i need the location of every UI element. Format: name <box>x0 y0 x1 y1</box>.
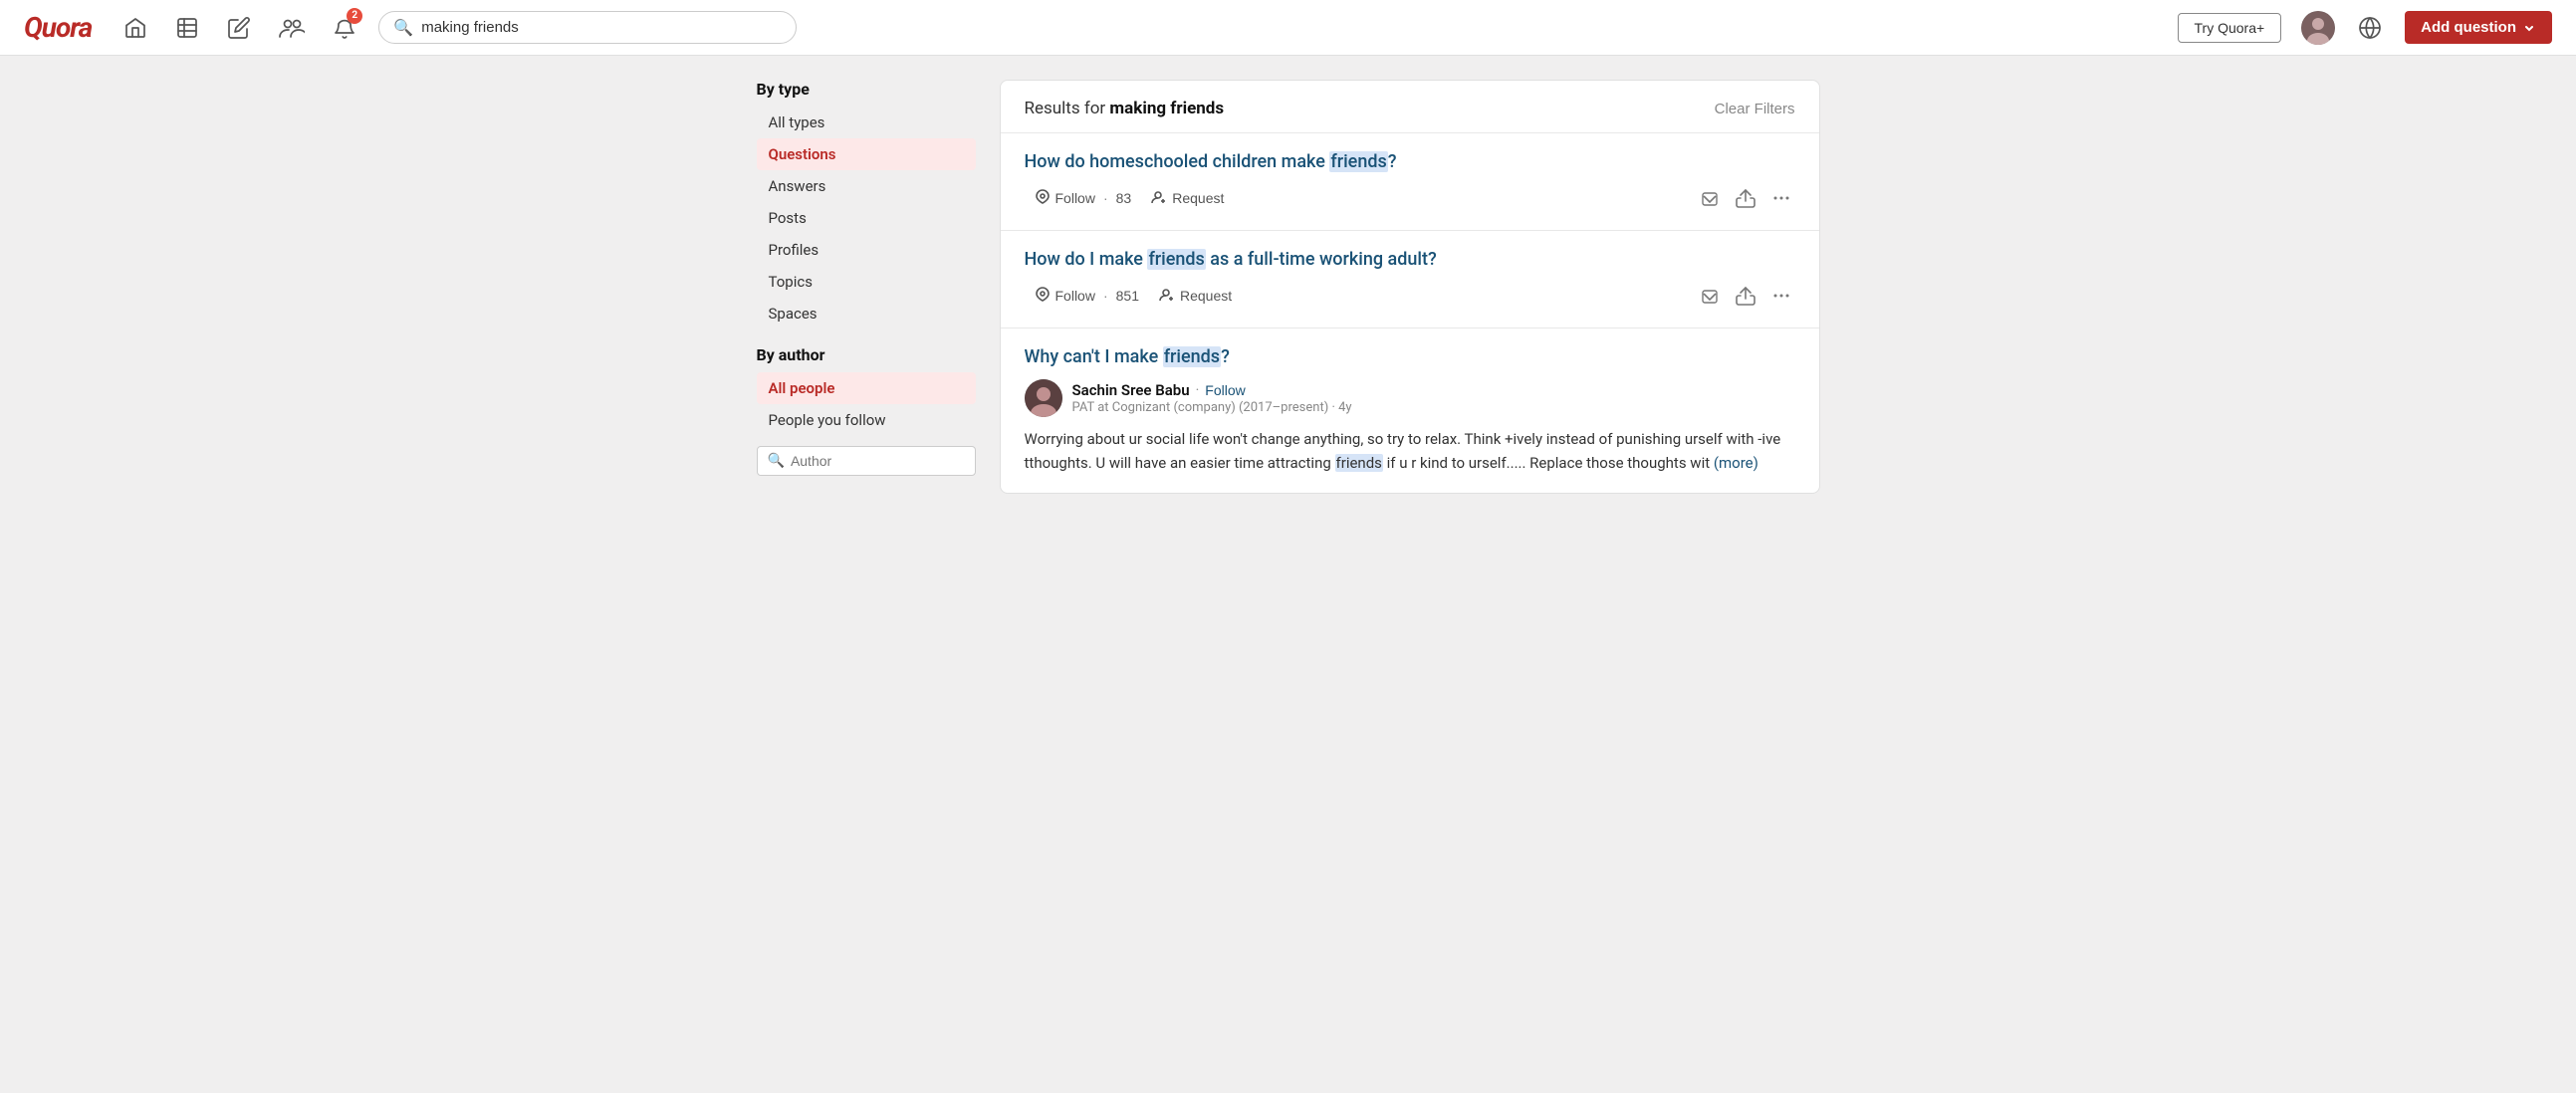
share-button-q2[interactable] <box>1732 282 1759 310</box>
search-input[interactable] <box>421 19 782 36</box>
sidebar-item-spaces[interactable]: Spaces <box>757 298 976 329</box>
author-name: Sachin Sree Babu <box>1072 381 1190 399</box>
sidebar-item-profiles[interactable]: Profiles <box>757 234 976 266</box>
navbar: Quora 2 <box>0 0 2576 56</box>
clear-filters-button[interactable]: Clear Filters <box>1715 101 1795 117</box>
more-link[interactable]: (more) <box>1714 454 1758 472</box>
results-title: Results for making friends <box>1025 99 1225 118</box>
results-panel: Results for making friends Clear Filters… <box>1000 80 1820 494</box>
result-actions-q2: Follow · 851 Request <box>1025 282 1795 310</box>
request-icon-q1 <box>1151 189 1167 208</box>
results-query: making friends <box>1109 99 1224 118</box>
author-input[interactable] <box>791 453 965 469</box>
result-item-q3: Why can't I make friends? Sachin Sree Ba… <box>1001 328 1819 493</box>
author-name-row: Sachin Sree Babu · Follow <box>1072 381 1352 399</box>
question-link-q2[interactable]: How do I make friends as a full-time wor… <box>1025 249 1795 270</box>
downvote-button-q2[interactable] <box>1696 282 1724 310</box>
author-search[interactable]: 🔍 <box>757 446 976 476</box>
author-search-icon: 🔍 <box>768 453 785 469</box>
sidebar-item-all-people[interactable]: All people <box>757 372 976 404</box>
add-question-button[interactable]: Add question <box>2405 11 2552 44</box>
by-author-label: By author <box>757 345 976 364</box>
follow-button-q2[interactable]: Follow · 851 <box>1025 283 1150 310</box>
sidebar-item-topics[interactable]: Topics <box>757 266 976 298</box>
result-item-q2: How do I make friends as a full-time wor… <box>1001 231 1819 328</box>
author-follow-button[interactable]: Follow <box>1205 382 1245 398</box>
sidebar-item-answers[interactable]: Answers <box>757 170 976 202</box>
author-avatar <box>1025 379 1062 417</box>
question-link-q3[interactable]: Why can't I make friends? <box>1025 346 1795 367</box>
follow-icon-q1 <box>1035 189 1051 208</box>
notification-badge: 2 <box>347 8 362 24</box>
request-button-q1[interactable]: Request <box>1141 185 1234 212</box>
request-button-q2[interactable]: Request <box>1149 283 1242 310</box>
answer-author-row: Sachin Sree Babu · Follow PAT at Cogniza… <box>1025 379 1795 417</box>
answer-text: Worrying about ur social life won't chan… <box>1025 427 1795 475</box>
sidebar: By type All typesQuestionsAnswersPostsPr… <box>757 80 976 494</box>
write-icon[interactable] <box>223 12 255 44</box>
feed-icon[interactable] <box>171 12 203 44</box>
follow-button-q1[interactable]: Follow · 83 <box>1025 185 1142 212</box>
share-button-q1[interactable] <box>1732 184 1759 212</box>
request-icon-q2 <box>1159 287 1175 306</box>
page-content: By type All typesQuestionsAnswersPostsPr… <box>741 56 1836 518</box>
author-info: Sachin Sree Babu · Follow PAT at Cogniza… <box>1072 381 1352 415</box>
try-quora-button[interactable]: Try Quora+ <box>2178 13 2282 43</box>
q2-right-actions <box>1696 282 1795 310</box>
sidebar-item-posts[interactable]: Posts <box>757 202 976 234</box>
results-header: Results for making friends Clear Filters <box>1001 81 1819 133</box>
result-item-q1: How do homeschooled children make friend… <box>1001 133 1819 231</box>
search-bar[interactable]: 🔍 <box>378 11 797 44</box>
sidebar-item-questions[interactable]: Questions <box>757 138 976 170</box>
sidebar-item-all-types[interactable]: All types <box>757 107 976 138</box>
question-link-q1[interactable]: How do homeschooled children make friend… <box>1025 151 1795 172</box>
follow-icon-q2 <box>1035 287 1051 306</box>
people-icon[interactable] <box>275 12 309 44</box>
more-button-q1[interactable] <box>1767 184 1795 212</box>
downvote-button-q1[interactable] <box>1696 184 1724 212</box>
by-type-label: By type <box>757 80 976 99</box>
avatar[interactable] <box>2301 11 2335 45</box>
quora-logo[interactable]: Quora <box>24 11 92 44</box>
notifications-icon[interactable]: 2 <box>329 12 358 44</box>
more-button-q2[interactable] <box>1767 282 1795 310</box>
search-icon: 🔍 <box>393 18 413 37</box>
home-icon[interactable] <box>119 12 151 44</box>
author-meta: PAT at Cognizant (company) (2017–present… <box>1072 400 1352 415</box>
q1-right-actions <box>1696 184 1795 212</box>
result-actions-q1: Follow · 83 Request <box>1025 184 1795 212</box>
sidebar-item-people-follow[interactable]: People you follow <box>757 404 976 436</box>
language-icon[interactable] <box>2355 13 2385 43</box>
